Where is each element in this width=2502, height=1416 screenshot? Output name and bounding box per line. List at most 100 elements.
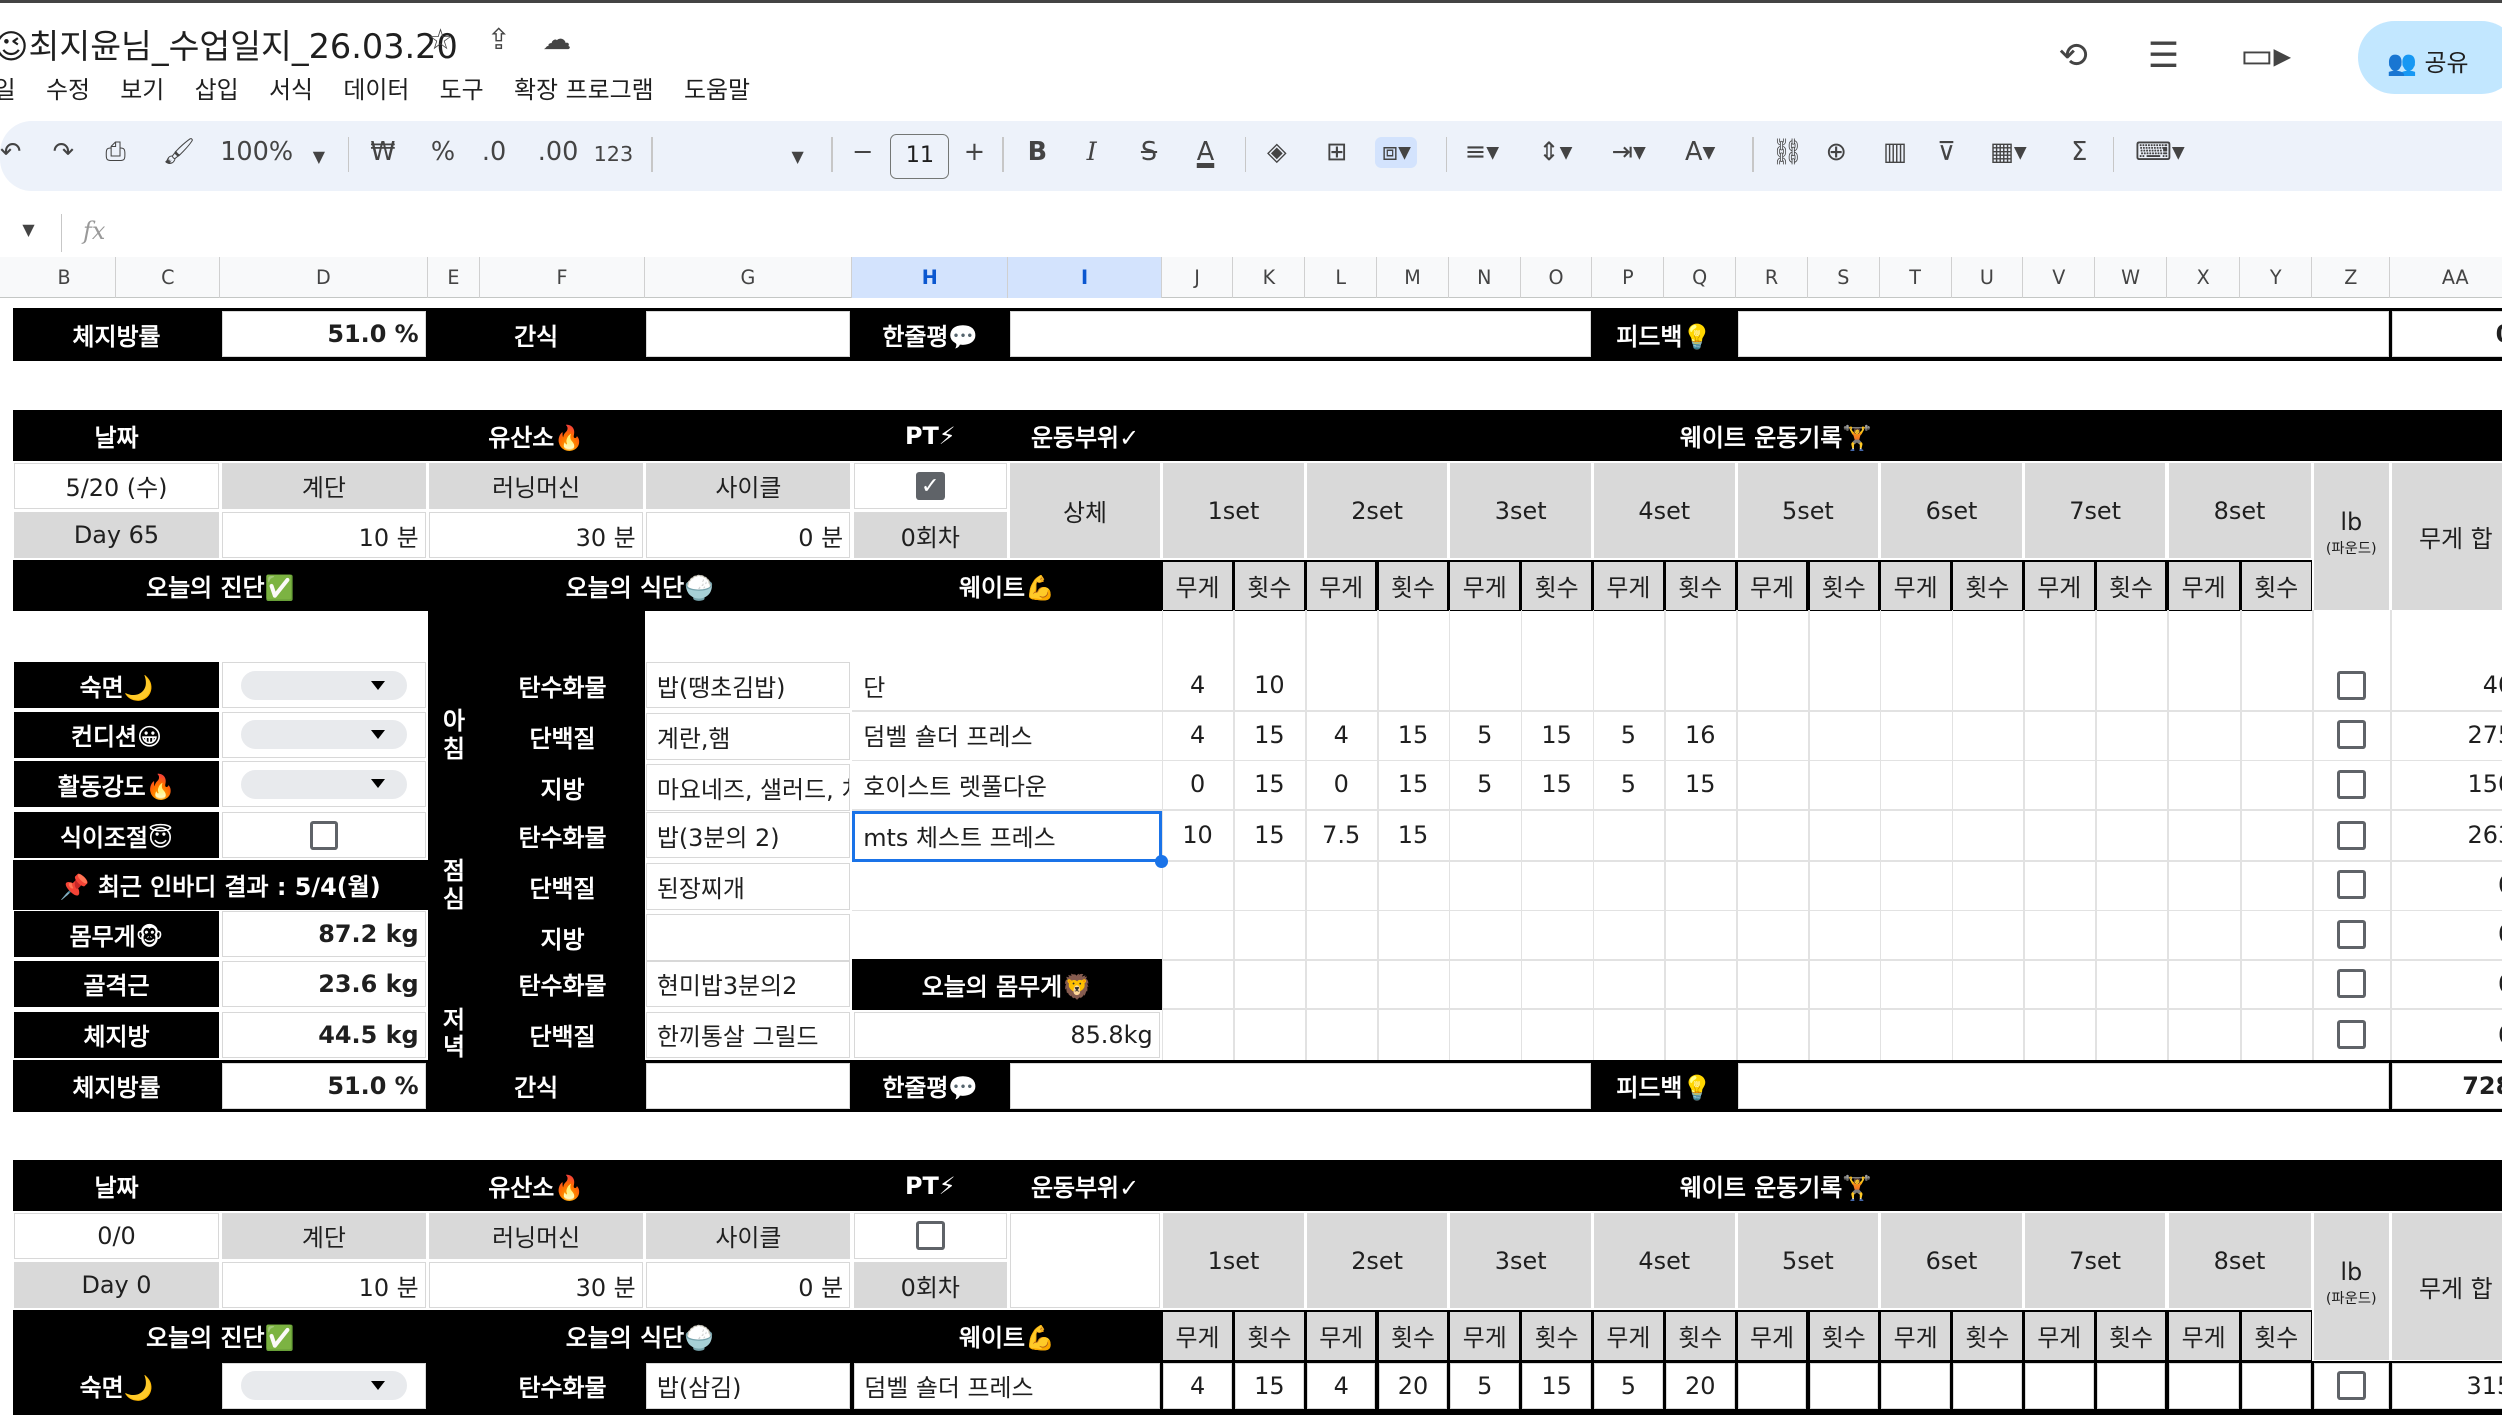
menu-item-4[interactable]: 서식 [269, 70, 313, 105]
set-value[interactable]: 5 [1594, 761, 1663, 807]
column-header-D[interactable]: D [220, 256, 428, 299]
column-header-F[interactable]: F [480, 256, 645, 299]
menu-item-3[interactable]: 삽입 [195, 70, 239, 105]
intensity-value[interactable] [221, 761, 427, 808]
percent-button[interactable]: % [431, 137, 455, 167]
date-value[interactable]: 0/0 [14, 1212, 219, 1259]
column-header-U[interactable]: U [1952, 256, 2024, 299]
exercise-name[interactable]: 덤벨 숄더 프레스 [854, 712, 1160, 758]
lb-checkbox[interactable] [2336, 670, 2366, 700]
set-value[interactable]: 15 [1522, 761, 1591, 807]
merge-cells-icon[interactable]: ⧈▾ [1375, 137, 1418, 169]
part-value[interactable]: 상체 [1010, 462, 1161, 559]
exercise-name[interactable]: 호이스트 렛풀다운 [854, 761, 1160, 807]
sleep-value[interactable] [221, 662, 427, 709]
undo-icon[interactable]: ↶ [0, 137, 21, 167]
set-value[interactable]: 5 [1594, 712, 1663, 758]
currency-button[interactable]: ₩ [370, 137, 395, 167]
lb-checkbox[interactable] [2336, 1371, 2366, 1401]
set-value[interactable]: 15 [1379, 761, 1448, 807]
paint-format-icon[interactable]: 🖌 [163, 137, 195, 167]
lb-checkbox-cell[interactable] [2313, 1362, 2389, 1409]
menu-item-1[interactable]: 수정 [46, 70, 90, 105]
lb-checkbox[interactable] [2336, 919, 2366, 949]
menu-item-8[interactable]: 도움말 [684, 70, 750, 105]
menu-item-7[interactable]: 확장 프로그램 [514, 70, 654, 105]
text-rotate-icon[interactable]: A▾ [1685, 137, 1715, 167]
font-size-increase-icon[interactable]: + [964, 137, 985, 167]
column-header-E[interactable]: E [428, 256, 481, 299]
set-value[interactable]: 0 [1307, 761, 1376, 807]
feedback-value[interactable] [1737, 1062, 2389, 1109]
column-header-P[interactable]: P [1593, 256, 1665, 299]
exercise-name[interactable]: 단 [854, 662, 1160, 708]
set-value[interactable] [2096, 1362, 2166, 1409]
menu-item-2[interactable]: 보기 [120, 70, 164, 105]
column-header-L[interactable]: L [1305, 256, 1378, 299]
filter-icon[interactable]: ⊽ [1937, 137, 1956, 167]
document-title[interactable]: 😉최지윤님_수업일지_26.03.20 [0, 19, 458, 68]
column-header-T[interactable]: T [1880, 256, 1952, 299]
meal-value[interactable] [646, 914, 851, 961]
name-box-chevron-icon[interactable]: ▼ [22, 220, 34, 239]
column-header-C[interactable]: C [116, 256, 221, 299]
set-value[interactable]: 20 [1378, 1362, 1448, 1409]
functions-icon[interactable]: Σ [2071, 137, 2087, 167]
menu-item-6[interactable]: 도구 [440, 70, 484, 105]
menu-item-5[interactable]: 데이터 [343, 70, 409, 105]
date-value[interactable]: 5/20 (수) [14, 462, 219, 510]
set-value[interactable]: 7.5 [1307, 812, 1376, 858]
treadmill-minutes[interactable]: 30 분 [429, 512, 644, 559]
review-value[interactable] [1010, 311, 1591, 358]
menu-item-0[interactable]: 일 [0, 70, 16, 105]
font-size-input[interactable]: 11 [890, 134, 950, 179]
set-value[interactable]: 15 [1235, 712, 1304, 758]
column-header-Z[interactable]: Z [2312, 256, 2391, 299]
lb-checkbox[interactable] [2336, 720, 2366, 750]
snack-value[interactable] [646, 1062, 851, 1109]
set-value[interactable]: 10 [1235, 662, 1304, 708]
font-size-decrease-icon[interactable]: − [852, 137, 873, 167]
exercise-name[interactable] [854, 911, 1160, 957]
decrease-decimal-button[interactable]: .0 [482, 137, 506, 167]
step-minutes[interactable]: 10 분 [221, 1262, 427, 1309]
part-value[interactable] [1010, 1212, 1161, 1309]
strikethrough-button[interactable]: S [1141, 137, 1157, 167]
set-value[interactable] [1737, 1362, 1807, 1409]
column-header-J[interactable]: J [1162, 256, 1234, 299]
set-value[interactable]: 16 [1666, 712, 1735, 758]
set-value[interactable]: 10 [1163, 812, 1232, 858]
print-icon[interactable]: ⎙ [105, 137, 125, 168]
fill-handle[interactable] [1155, 855, 1169, 869]
cloud-status-icon[interactable]: ☁ [543, 22, 572, 56]
meal-value[interactable]: 된장찌개 [646, 863, 851, 910]
set-value[interactable]: 4 [1306, 1362, 1376, 1409]
set-value[interactable]: 4 [1307, 712, 1376, 758]
set-value[interactable] [2168, 1362, 2239, 1409]
set-value[interactable]: 5 [1450, 761, 1519, 807]
column-header-Q[interactable]: Q [1664, 256, 1737, 299]
feedback-value[interactable] [1737, 311, 2389, 358]
star-icon[interactable]: ☆ [428, 22, 454, 56]
borders-icon[interactable]: ⊞ [1326, 137, 1347, 167]
diet_ctl-checkbox[interactable] [309, 820, 339, 850]
zoom-select[interactable]: 100% [220, 137, 293, 167]
insert-comment-icon[interactable]: ⊕ [1825, 137, 1846, 167]
set-value[interactable]: 15 [1379, 712, 1448, 758]
column-header-X[interactable]: X [2167, 256, 2241, 299]
set-value[interactable] [2241, 1362, 2311, 1409]
text-wrap-icon[interactable]: ⇥▾ [1612, 137, 1646, 167]
lb-checkbox-cell[interactable] [2314, 662, 2389, 708]
pt-checkbox-checked-icon[interactable]: ✓ [915, 471, 945, 501]
column-header-O[interactable]: O [1521, 256, 1593, 299]
set-value[interactable]: 15 [1666, 761, 1735, 807]
lb-checkbox-cell[interactable] [2314, 712, 2389, 758]
pt-checkbox-unchecked[interactable] [915, 1221, 945, 1251]
meal-value[interactable]: 밥(삼김) [646, 1362, 851, 1409]
condition-dropdown[interactable] [240, 720, 407, 750]
column-header-K[interactable]: K [1233, 256, 1306, 299]
insert-chart-icon[interactable]: ▥ [1883, 137, 1907, 167]
sleep-value[interactable] [221, 1362, 427, 1409]
pt-checkbox-cell[interactable]: ✓ [853, 462, 1007, 510]
lb-checkbox[interactable] [2336, 769, 2366, 799]
